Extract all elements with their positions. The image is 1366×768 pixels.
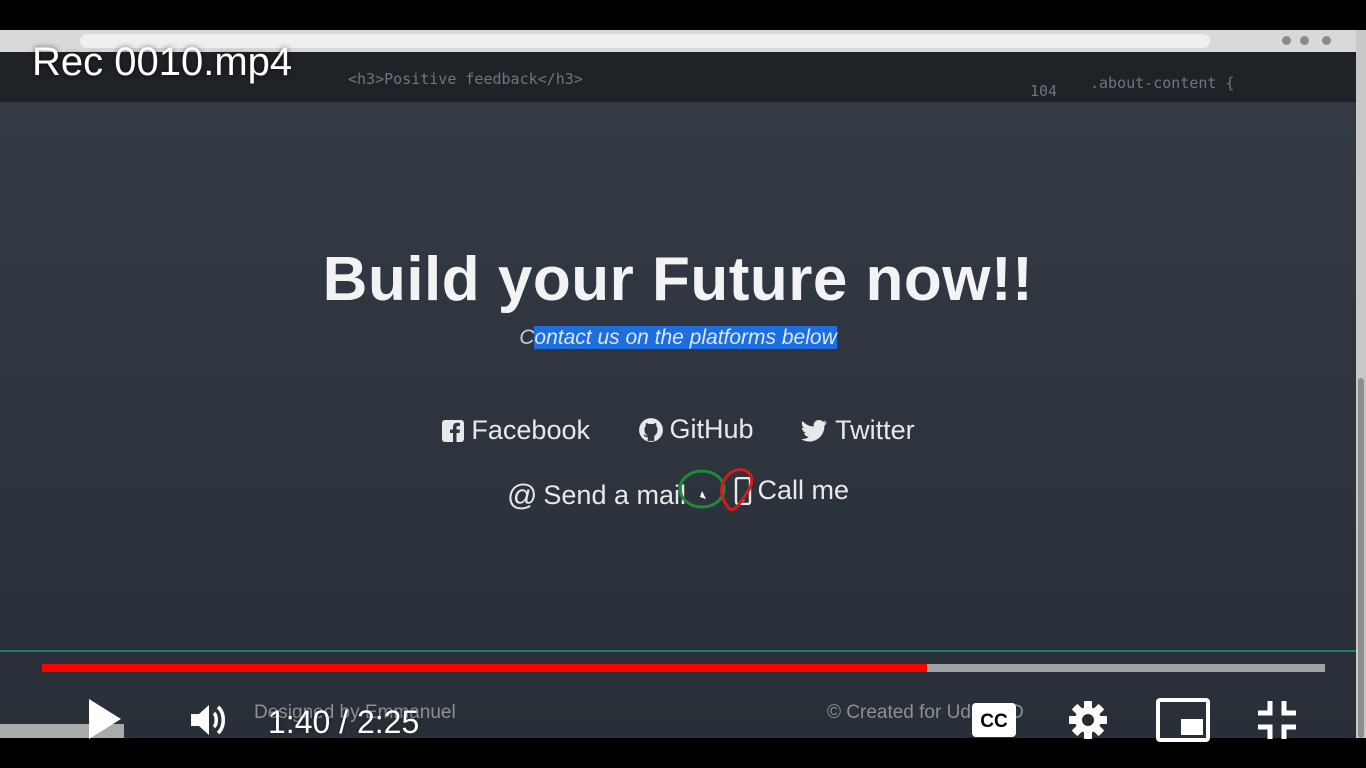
send-mail-link-label: Send a mail [543, 480, 686, 510]
facebook-icon [441, 419, 465, 443]
facebook-link[interactable]: Facebook [441, 415, 590, 446]
code-line-number: 104 [1030, 82, 1058, 100]
video-frame: <h3>Positive feedback</h3> 104 .about-co… [0, 30, 1356, 738]
at-icon: @ [506, 478, 538, 512]
twitter-link-label: Twitter [835, 415, 915, 445]
extension-icon [1322, 36, 1331, 45]
page-subline: Contact us on the platforms below [0, 326, 1356, 350]
github-link[interactable]: GitHub [638, 414, 754, 445]
code-line-left: <h3>Positive feedback</h3> [348, 70, 583, 88]
facebook-link-label: Facebook [471, 415, 590, 445]
closed-captions-icon: CC [971, 702, 1017, 743]
page-scrollbar-thumb[interactable] [1358, 378, 1364, 738]
twitter-link[interactable]: Twitter [801, 415, 915, 446]
miniplayer-button[interactable] [1154, 697, 1212, 748]
subline-selected-text: ontact us on the platforms below [534, 326, 837, 349]
exit-fullscreen-icon [1255, 698, 1299, 747]
video-title: Rec 0010.mp4 [32, 40, 293, 84]
subline-prefix: C [519, 326, 535, 349]
play-button[interactable] [78, 696, 128, 746]
social-links-row: Facebook GitHub Twitter [0, 414, 1356, 450]
play-icon [83, 697, 123, 746]
captions-button[interactable]: CC [970, 702, 1018, 742]
settings-button[interactable] [1064, 698, 1112, 746]
cursor-highlight [678, 468, 754, 512]
miniplayer-icon [1155, 697, 1211, 748]
svg-text:CC: CC [980, 711, 1008, 732]
footer-divider [0, 650, 1356, 652]
gear-icon [1067, 699, 1109, 746]
exit-fullscreen-button[interactable] [1252, 698, 1302, 746]
page-headline: Build your Future now!! [322, 245, 1034, 314]
github-link-label: GitHub [669, 414, 754, 444]
mute-button[interactable] [184, 698, 232, 746]
video-player[interactable]: <h3>Positive feedback</h3> 104 .about-co… [0, 0, 1366, 768]
code-line-right: .about-content { [1090, 74, 1235, 92]
player-controls: CC [0, 690, 1366, 750]
volume-icon [187, 700, 229, 745]
send-mail-link[interactable]: @ Send a mail [507, 479, 686, 513]
time-display: 1:40 / 2:25 [268, 704, 420, 740]
extension-icon [1282, 36, 1291, 45]
progress-bar-played [42, 664, 927, 672]
web-page: Build your Future now!! Contact us on th… [0, 102, 1356, 738]
twitter-icon [801, 419, 829, 443]
github-icon [638, 417, 664, 443]
extension-icon [1300, 36, 1309, 45]
